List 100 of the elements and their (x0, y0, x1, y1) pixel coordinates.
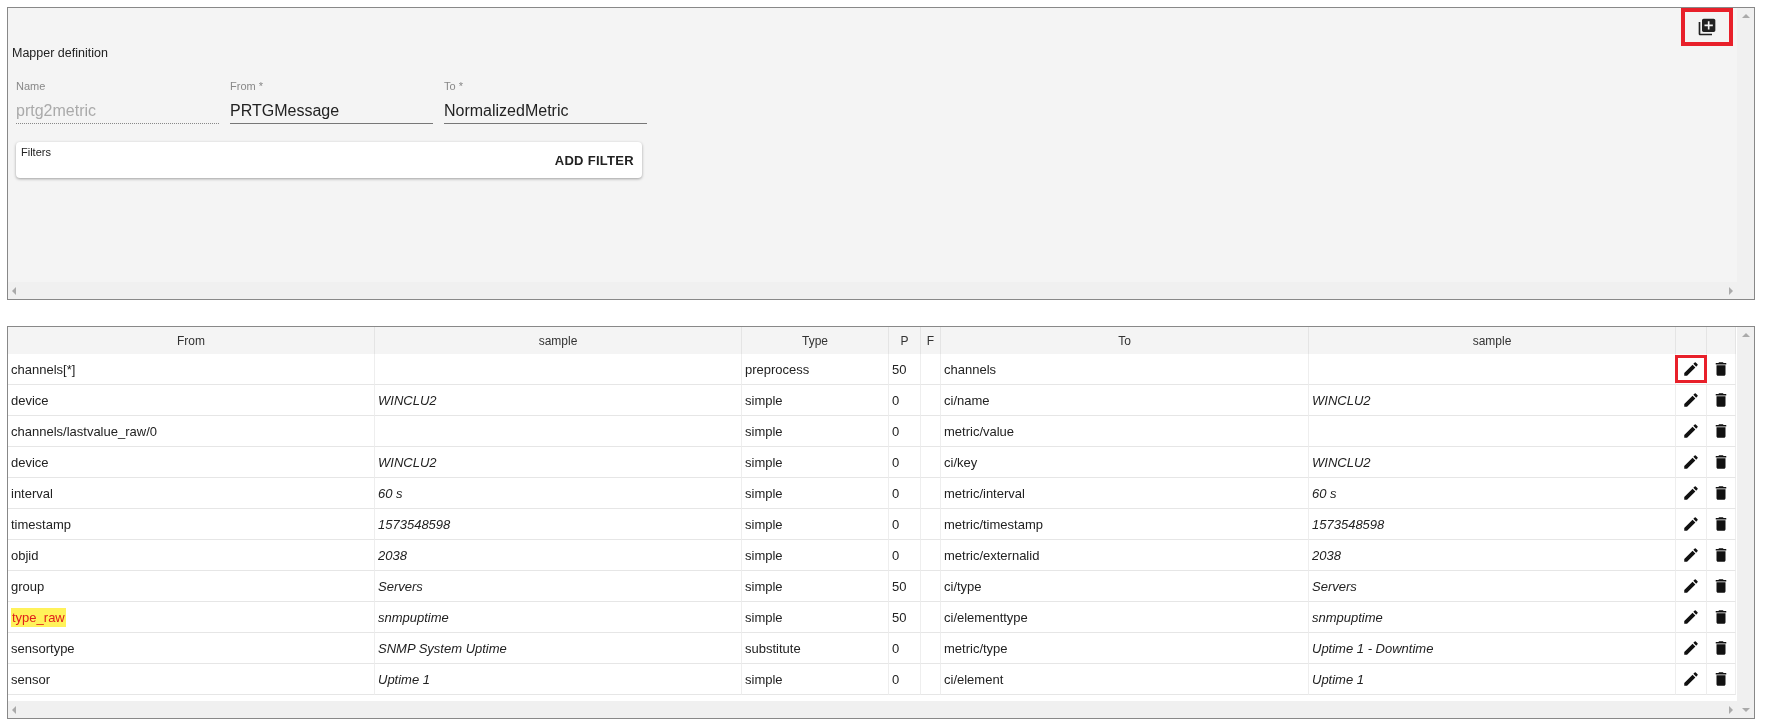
library-add-icon (1697, 17, 1717, 37)
horizontal-scrollbar[interactable] (8, 701, 1737, 718)
pencil-icon (1682, 360, 1700, 378)
table-cell: 50 (889, 571, 921, 602)
table-cell: simple (742, 602, 889, 633)
table-cell (921, 602, 941, 633)
table-cell: 0 (889, 664, 921, 695)
column-header: From (8, 327, 375, 354)
table-cell: channels (941, 354, 1309, 385)
table-cell: metric/value (941, 416, 1309, 447)
pencil-icon (1682, 515, 1700, 533)
table-cell (921, 478, 941, 509)
highlighted-text: device (11, 454, 49, 470)
table-cell: 1573548598 (375, 509, 742, 540)
table-cell (921, 447, 941, 478)
table-cell: Uptime 1 (1309, 664, 1676, 695)
highlighted-text: timestamp (11, 516, 71, 532)
table-cell: preprocess (742, 354, 889, 385)
table-cell: 2038 (375, 540, 742, 571)
table-cell: 1573548598 (1309, 509, 1676, 540)
table-cell: Servers (375, 571, 742, 602)
table-cell: metric/timestamp (941, 509, 1309, 540)
highlighted-text: type_raw (11, 607, 66, 627)
highlighted-text: device (11, 392, 49, 408)
table-cell: 0 (889, 540, 921, 571)
table-cell: snmpuptime (375, 602, 742, 633)
pencil-icon (1682, 577, 1700, 595)
table-cell (921, 540, 941, 571)
table-cell (921, 385, 941, 416)
table-cell: 60 s (1309, 478, 1676, 509)
pencil-icon (1682, 639, 1700, 657)
highlighted-text: group (11, 578, 45, 594)
table-cell: WINCLU2 (1309, 447, 1676, 478)
column-header: F (921, 327, 941, 354)
table-cell (921, 664, 941, 695)
table-cell: WINCLU2 (375, 447, 742, 478)
table-cell (921, 509, 941, 540)
column-header: Type (742, 327, 889, 354)
highlighted-text: sensor (11, 671, 51, 687)
column-header: sample (1309, 327, 1676, 354)
table-cell: simple (742, 385, 889, 416)
highlighted-text: channels[*] (11, 361, 76, 377)
table-cell: Uptime 1 - Downtime (1309, 633, 1676, 664)
highlighted-text: channels/lastvalue_raw/0 (11, 423, 157, 439)
table-cell: simple (742, 540, 889, 571)
table-cell: 0 (889, 509, 921, 540)
pencil-icon (1682, 422, 1700, 440)
table-cell: 0 (889, 416, 921, 447)
table-cell: WINCLU2 (1309, 385, 1676, 416)
table-cell: 0 (889, 633, 921, 664)
table-cell: 0 (889, 447, 921, 478)
table-cell: WINCLU2 (375, 385, 742, 416)
vertical-scrollbar[interactable] (1737, 327, 1754, 718)
pencil-icon (1682, 391, 1700, 409)
column-header: P (889, 327, 921, 354)
horizontal-scrollbar[interactable] (8, 282, 1737, 299)
table-cell: substitute (742, 633, 889, 664)
highlighted-text: sensortype (11, 640, 75, 656)
pencil-icon (1682, 484, 1700, 502)
table-cell: snmpuptime (1309, 602, 1676, 633)
table-cell (921, 354, 941, 385)
table-cell: ci/element (941, 664, 1309, 695)
vertical-scrollbar[interactable] (1737, 8, 1754, 299)
table-cell: 50 (889, 602, 921, 633)
table-cell (921, 416, 941, 447)
table-cell (921, 633, 941, 664)
table-cell: 50 (889, 354, 921, 385)
pencil-icon (1682, 608, 1700, 626)
pencil-icon (1682, 670, 1700, 688)
text-field[interactable]: To * NormalizedMetric (444, 80, 647, 124)
column-header: To (941, 327, 1309, 354)
table-cell: 0 (889, 385, 921, 416)
section-title: Mapper definition (11, 45, 109, 60)
add-copy-button[interactable] (1681, 8, 1733, 46)
table-cell (921, 571, 941, 602)
table-cell: 0 (889, 478, 921, 509)
table-cell: SNMP System Uptime (375, 633, 742, 664)
pencil-icon (1682, 546, 1700, 564)
table-cell: metric/interval (941, 478, 1309, 509)
highlighted-text: objid (11, 547, 39, 563)
table-cell: Servers (1309, 571, 1676, 602)
add-filter-button[interactable]: ADD FILTER (546, 142, 642, 178)
table-cell: simple (742, 664, 889, 695)
table-cell: metric/type (941, 633, 1309, 664)
table-cell: simple (742, 571, 889, 602)
table-cell: simple (742, 509, 889, 540)
pencil-icon (1682, 453, 1700, 471)
table-cell: simple (742, 447, 889, 478)
table-cell: metric/externalid (941, 540, 1309, 571)
table-cell: ci/elementtype (941, 602, 1309, 633)
table-cell: 60 s (375, 478, 742, 509)
highlighted-text: interval (11, 485, 53, 501)
table-cell: Uptime 1 (375, 664, 742, 695)
table-cell: simple (742, 416, 889, 447)
table-cell: ci/type (941, 571, 1309, 602)
table-cell: 2038 (1309, 540, 1676, 571)
filters-label: Filters (20, 145, 51, 160)
text-field[interactable]: From * PRTGMessage (230, 80, 433, 124)
column-header: sample (375, 327, 742, 354)
table-cell: ci/key (941, 447, 1309, 478)
